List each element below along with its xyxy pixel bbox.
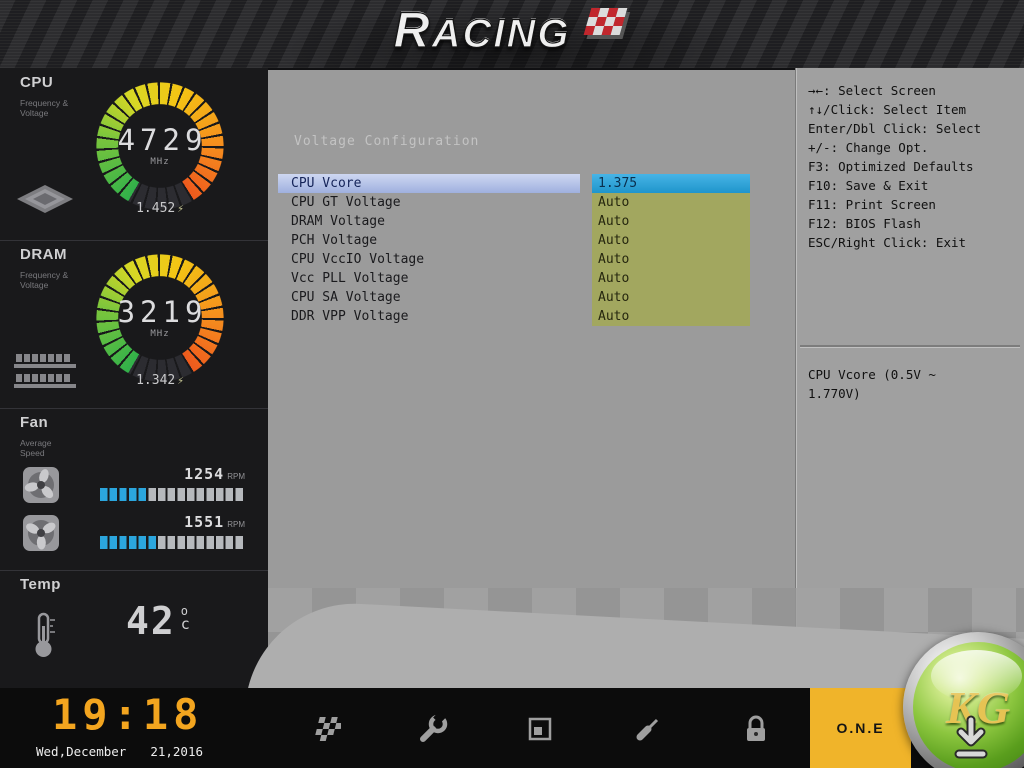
setting-value[interactable]: Auto (592, 231, 750, 250)
item-help-text: CPU Vcore (0.5V ~ 1.770V) (808, 367, 936, 401)
setting-row[interactable]: PCH Voltage Auto (278, 231, 783, 250)
setting-label[interactable]: CPU GT Voltage (278, 193, 580, 212)
cpu-section-title: CPU (20, 74, 54, 91)
celsius-symbol: c (180, 615, 190, 633)
racing-logo: RACING (393, 2, 631, 58)
racing-flag-icon[interactable] (307, 712, 343, 746)
dram-voltage-readout: 1.342 ⚡ (136, 373, 184, 388)
fan1-speed-bar (100, 488, 245, 501)
fan1-rpm: 1254 RPM (184, 465, 245, 483)
setting-row[interactable]: DDR VPP Voltage Auto (278, 307, 783, 326)
date-year: 21,2016 (150, 744, 203, 759)
help-line: F11: Print Screen (808, 197, 936, 212)
settings-list: CPU Vcore 1.375 CPU GT Voltage Auto DRAM… (278, 174, 783, 326)
fan2-rpm: 1551 RPM (184, 513, 245, 531)
setting-label[interactable]: Vcc PLL Voltage (278, 269, 580, 288)
cpu-gauge-ring (92, 78, 228, 214)
date: Wed,December 21,2016 (36, 744, 203, 759)
setting-label[interactable]: CPU VccIO Voltage (278, 250, 580, 269)
setting-label[interactable]: CPU SA Voltage (278, 288, 580, 307)
setting-label[interactable]: CPU Vcore (278, 174, 580, 193)
cpu-chip-icon (17, 185, 73, 213)
dram-section-subtitle: Frequency & Voltage (20, 270, 69, 290)
thermometer-icon (35, 612, 55, 657)
checkered-flag-icon (583, 8, 631, 39)
help-line: F3: Optimized Defaults (808, 159, 974, 174)
fan2-icon (23, 515, 59, 551)
setting-row[interactable]: CPU VccIO Voltage Auto (278, 250, 783, 269)
wrench-icon[interactable] (415, 711, 449, 746)
one-button[interactable]: O.N.E (810, 688, 911, 768)
setting-value[interactable]: Auto (592, 250, 750, 269)
fan-section-title: Fan (20, 414, 49, 431)
fan-section-subtitle: Average Speed (20, 438, 52, 458)
help-line: F10: Save & Exit (808, 178, 929, 193)
setting-row[interactable]: Vcc PLL Voltage Auto (278, 269, 783, 288)
divider (800, 345, 1020, 347)
setting-value[interactable]: Auto (592, 307, 750, 326)
page-title: Voltage Configuration (294, 134, 480, 149)
temp-section-title: Temp (20, 576, 61, 593)
cpu-section-subtitle: Frequency & Voltage (20, 98, 69, 118)
lock-icon[interactable] (739, 712, 773, 746)
dram-section-title: DRAM (20, 246, 67, 263)
key-legend: →←: Select Screen ↑↓/Click: Select Item … (808, 81, 981, 252)
setting-row[interactable]: CPU Vcore 1.375 (278, 174, 783, 193)
bolt-icon: ⚡ (177, 202, 184, 215)
bios-screen: RACING CPU Frequency & Voltage 4729 MHz … (0, 0, 1024, 768)
bolt-icon: ⚡ (177, 374, 184, 387)
screwdriver-icon[interactable] (631, 712, 665, 746)
ram-modules-icon (14, 354, 76, 388)
setting-label[interactable]: PCH Voltage (278, 231, 580, 250)
setting-row[interactable]: DRAM Voltage Auto (278, 212, 783, 231)
header: RACING (0, 0, 1024, 70)
fan2-speed-bar (100, 536, 245, 549)
help-line: →←: Select Screen (808, 83, 936, 98)
sidebar: CPU Frequency & Voltage 4729 MHz 1.452 ⚡ … (0, 68, 268, 688)
setting-value[interactable]: Auto (592, 288, 750, 307)
dram-gauge-ring (92, 250, 228, 386)
divider (0, 240, 268, 241)
cpu-frequency-gauge: 4729 MHz 1.452 ⚡ (92, 78, 228, 216)
help-line: ↑↓/Click: Select Item (808, 102, 967, 117)
logo-text: RACING (393, 2, 571, 58)
help-line: Enter/Dbl Click: Select (808, 121, 982, 136)
temperature-value: 42 (126, 599, 176, 643)
footer: 19:18 Wed,December 21,2016 O.N.E (0, 688, 1024, 768)
help-line: +/-: Change Opt. (808, 140, 929, 155)
setting-label[interactable]: DDR VPP Voltage (278, 307, 580, 326)
setting-row[interactable]: CPU SA Voltage Auto (278, 288, 783, 307)
help-line: ESC/Right Click: Exit (808, 235, 967, 250)
cpu-voltage-readout: 1.452 ⚡ (136, 201, 184, 216)
date-day: Wed,December (36, 744, 127, 759)
fan1-icon (23, 467, 59, 503)
setting-row[interactable]: CPU GT Voltage Auto (278, 193, 783, 212)
setting-value[interactable]: 1.375 (592, 174, 750, 193)
download-icon (954, 715, 988, 759)
divider (0, 570, 268, 571)
divider (0, 408, 268, 409)
setting-value[interactable]: Auto (592, 193, 750, 212)
dram-frequency-gauge: 3219 MHz 1.342 ⚡ (92, 250, 228, 388)
help-line: F12: BIOS Flash (808, 216, 921, 231)
setting-label[interactable]: DRAM Voltage (278, 212, 580, 231)
window-icon[interactable] (523, 712, 557, 746)
setting-value[interactable]: Auto (592, 269, 750, 288)
temperature-readout: 42 o c (126, 602, 190, 640)
clock: 19:18 (52, 690, 204, 739)
setting-value[interactable]: Auto (592, 212, 750, 231)
